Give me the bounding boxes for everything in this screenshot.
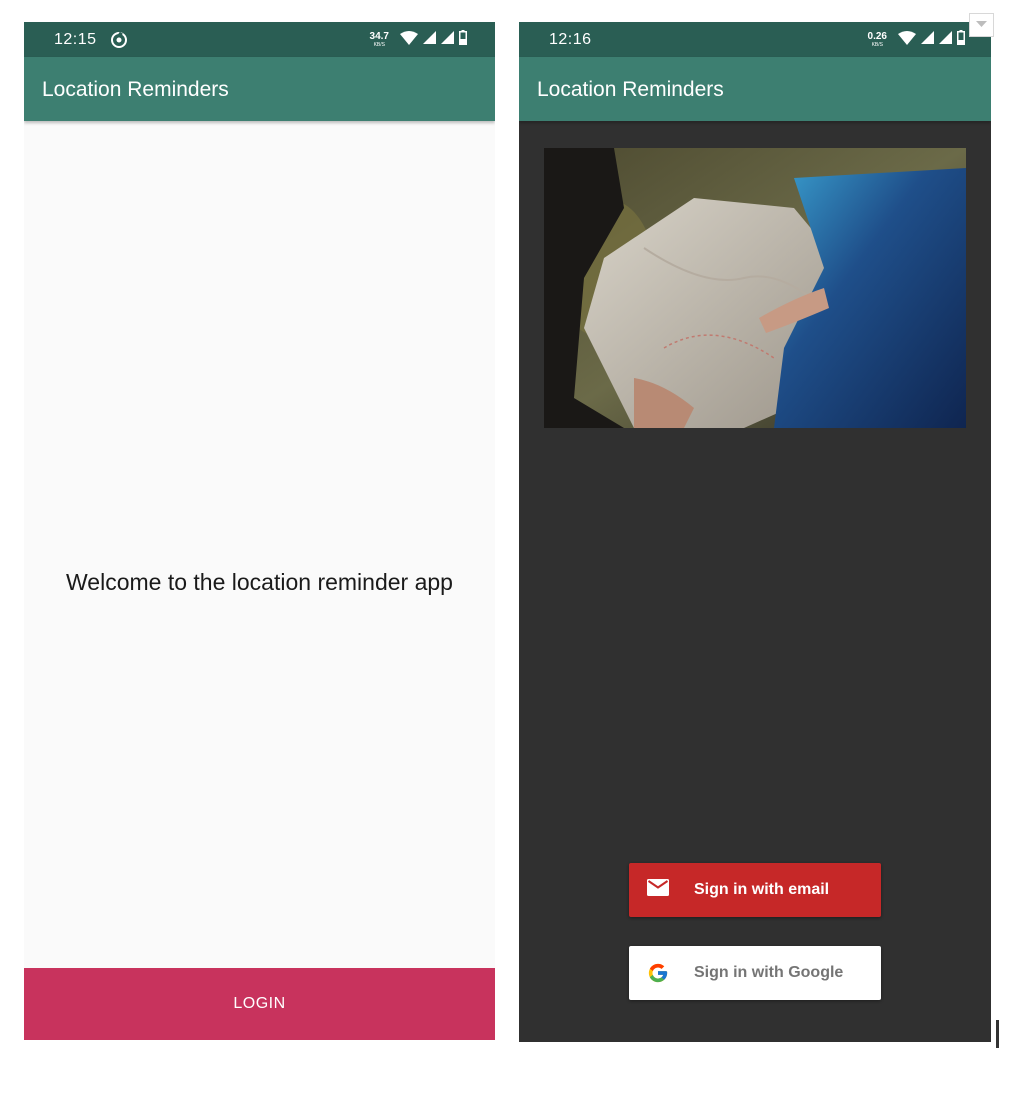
signal-icon xyxy=(441,31,454,49)
signal-icon xyxy=(921,31,934,49)
text-cursor xyxy=(996,1020,999,1048)
status-bar: 12:15 34.7 KB/S xyxy=(24,22,495,57)
app-bar: Location Reminders xyxy=(519,57,991,121)
data-saver-icon xyxy=(110,31,128,54)
caret-down-icon xyxy=(970,21,993,40)
status-bar: 12:16 0.26 KB/S xyxy=(519,22,991,57)
sign-in-google-label: Sign in with Google xyxy=(694,964,844,981)
dropdown-toggle[interactable] xyxy=(969,13,994,37)
app-title: Location Reminders xyxy=(42,78,229,101)
status-time: 12:16 xyxy=(549,31,592,48)
network-speed: 34.7 KB/S xyxy=(369,31,389,48)
network-speed: 0.26 KB/S xyxy=(867,31,887,48)
login-button[interactable]: LOGIN xyxy=(24,968,495,1040)
wifi-icon xyxy=(898,30,916,50)
map-hero-image xyxy=(544,148,966,428)
status-icons: 34.7 KB/S xyxy=(370,29,467,51)
welcome-message: Welcome to the location reminder app xyxy=(66,569,453,595)
auth-screen: 12:16 0.26 KB/S Location Reminders Sign … xyxy=(519,22,991,1042)
sign-in-email-button[interactable]: Sign in with email xyxy=(629,863,881,917)
sign-in-email-label: Sign in with email xyxy=(694,881,830,898)
signal-icon xyxy=(939,31,952,49)
app-bar: Location Reminders xyxy=(24,57,495,121)
app-title: Location Reminders xyxy=(537,78,724,101)
battery-icon xyxy=(957,30,965,50)
sign-in-google-button[interactable]: Sign in with Google xyxy=(629,946,881,1000)
wifi-icon xyxy=(400,30,418,50)
signal-icon xyxy=(423,31,436,49)
mail-icon xyxy=(647,879,669,901)
battery-icon xyxy=(459,30,467,50)
status-icons: 0.26 KB/S xyxy=(868,29,965,51)
google-logo-icon xyxy=(647,962,669,989)
welcome-screen: 12:15 34.7 KB/S Location Reminders Welco… xyxy=(24,22,495,1040)
status-time: 12:15 xyxy=(54,31,97,48)
